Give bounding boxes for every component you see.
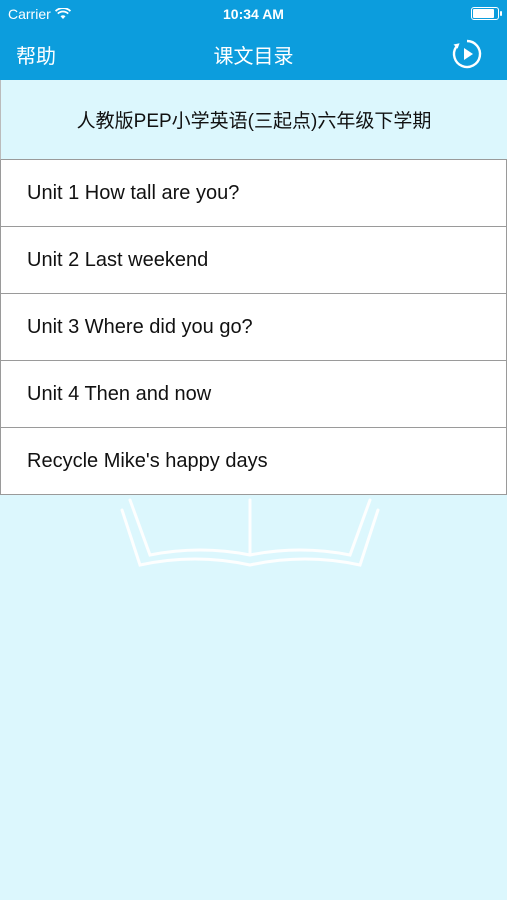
book-title: 人教版PEP小学英语(三起点)六年级下学期	[76, 111, 432, 132]
status-bar: Carrier 10:34 AM	[0, 0, 507, 28]
navigation-bar: 帮助 课文目录	[0, 28, 507, 80]
unit-list: Unit 1 How tall are you? Unit 2 Last wee…	[0, 160, 507, 495]
open-book-icon	[120, 498, 380, 567]
list-item-label: Unit 2 Last weekend	[27, 248, 209, 271]
list-item-label: Unit 3 Where did you go?	[27, 315, 253, 338]
list-item-unit-3[interactable]: Unit 3 Where did you go?	[0, 294, 507, 361]
list-item-label: Recycle Mike's happy days	[27, 449, 268, 472]
list-item-unit-2[interactable]: Unit 2 Last weekend	[0, 227, 507, 294]
play-circle-icon[interactable]	[451, 38, 483, 70]
list-item-unit-1[interactable]: Unit 1 How tall are you?	[0, 160, 507, 227]
page-title: 课文目录	[213, 46, 294, 68]
list-item-recycle[interactable]: Recycle Mike's happy days	[0, 428, 507, 495]
list-item-unit-4[interactable]: Unit 4 Then and now	[0, 361, 507, 428]
list-item-label: Unit 4 Then and now	[27, 382, 212, 405]
list-item-label: Unit 1 How tall are you?	[27, 181, 240, 204]
clock: 10:34 AM	[223, 6, 284, 22]
book-title-header: 人教版PEP小学英语(三起点)六年级下学期	[0, 80, 507, 160]
battery-icon	[471, 7, 502, 20]
